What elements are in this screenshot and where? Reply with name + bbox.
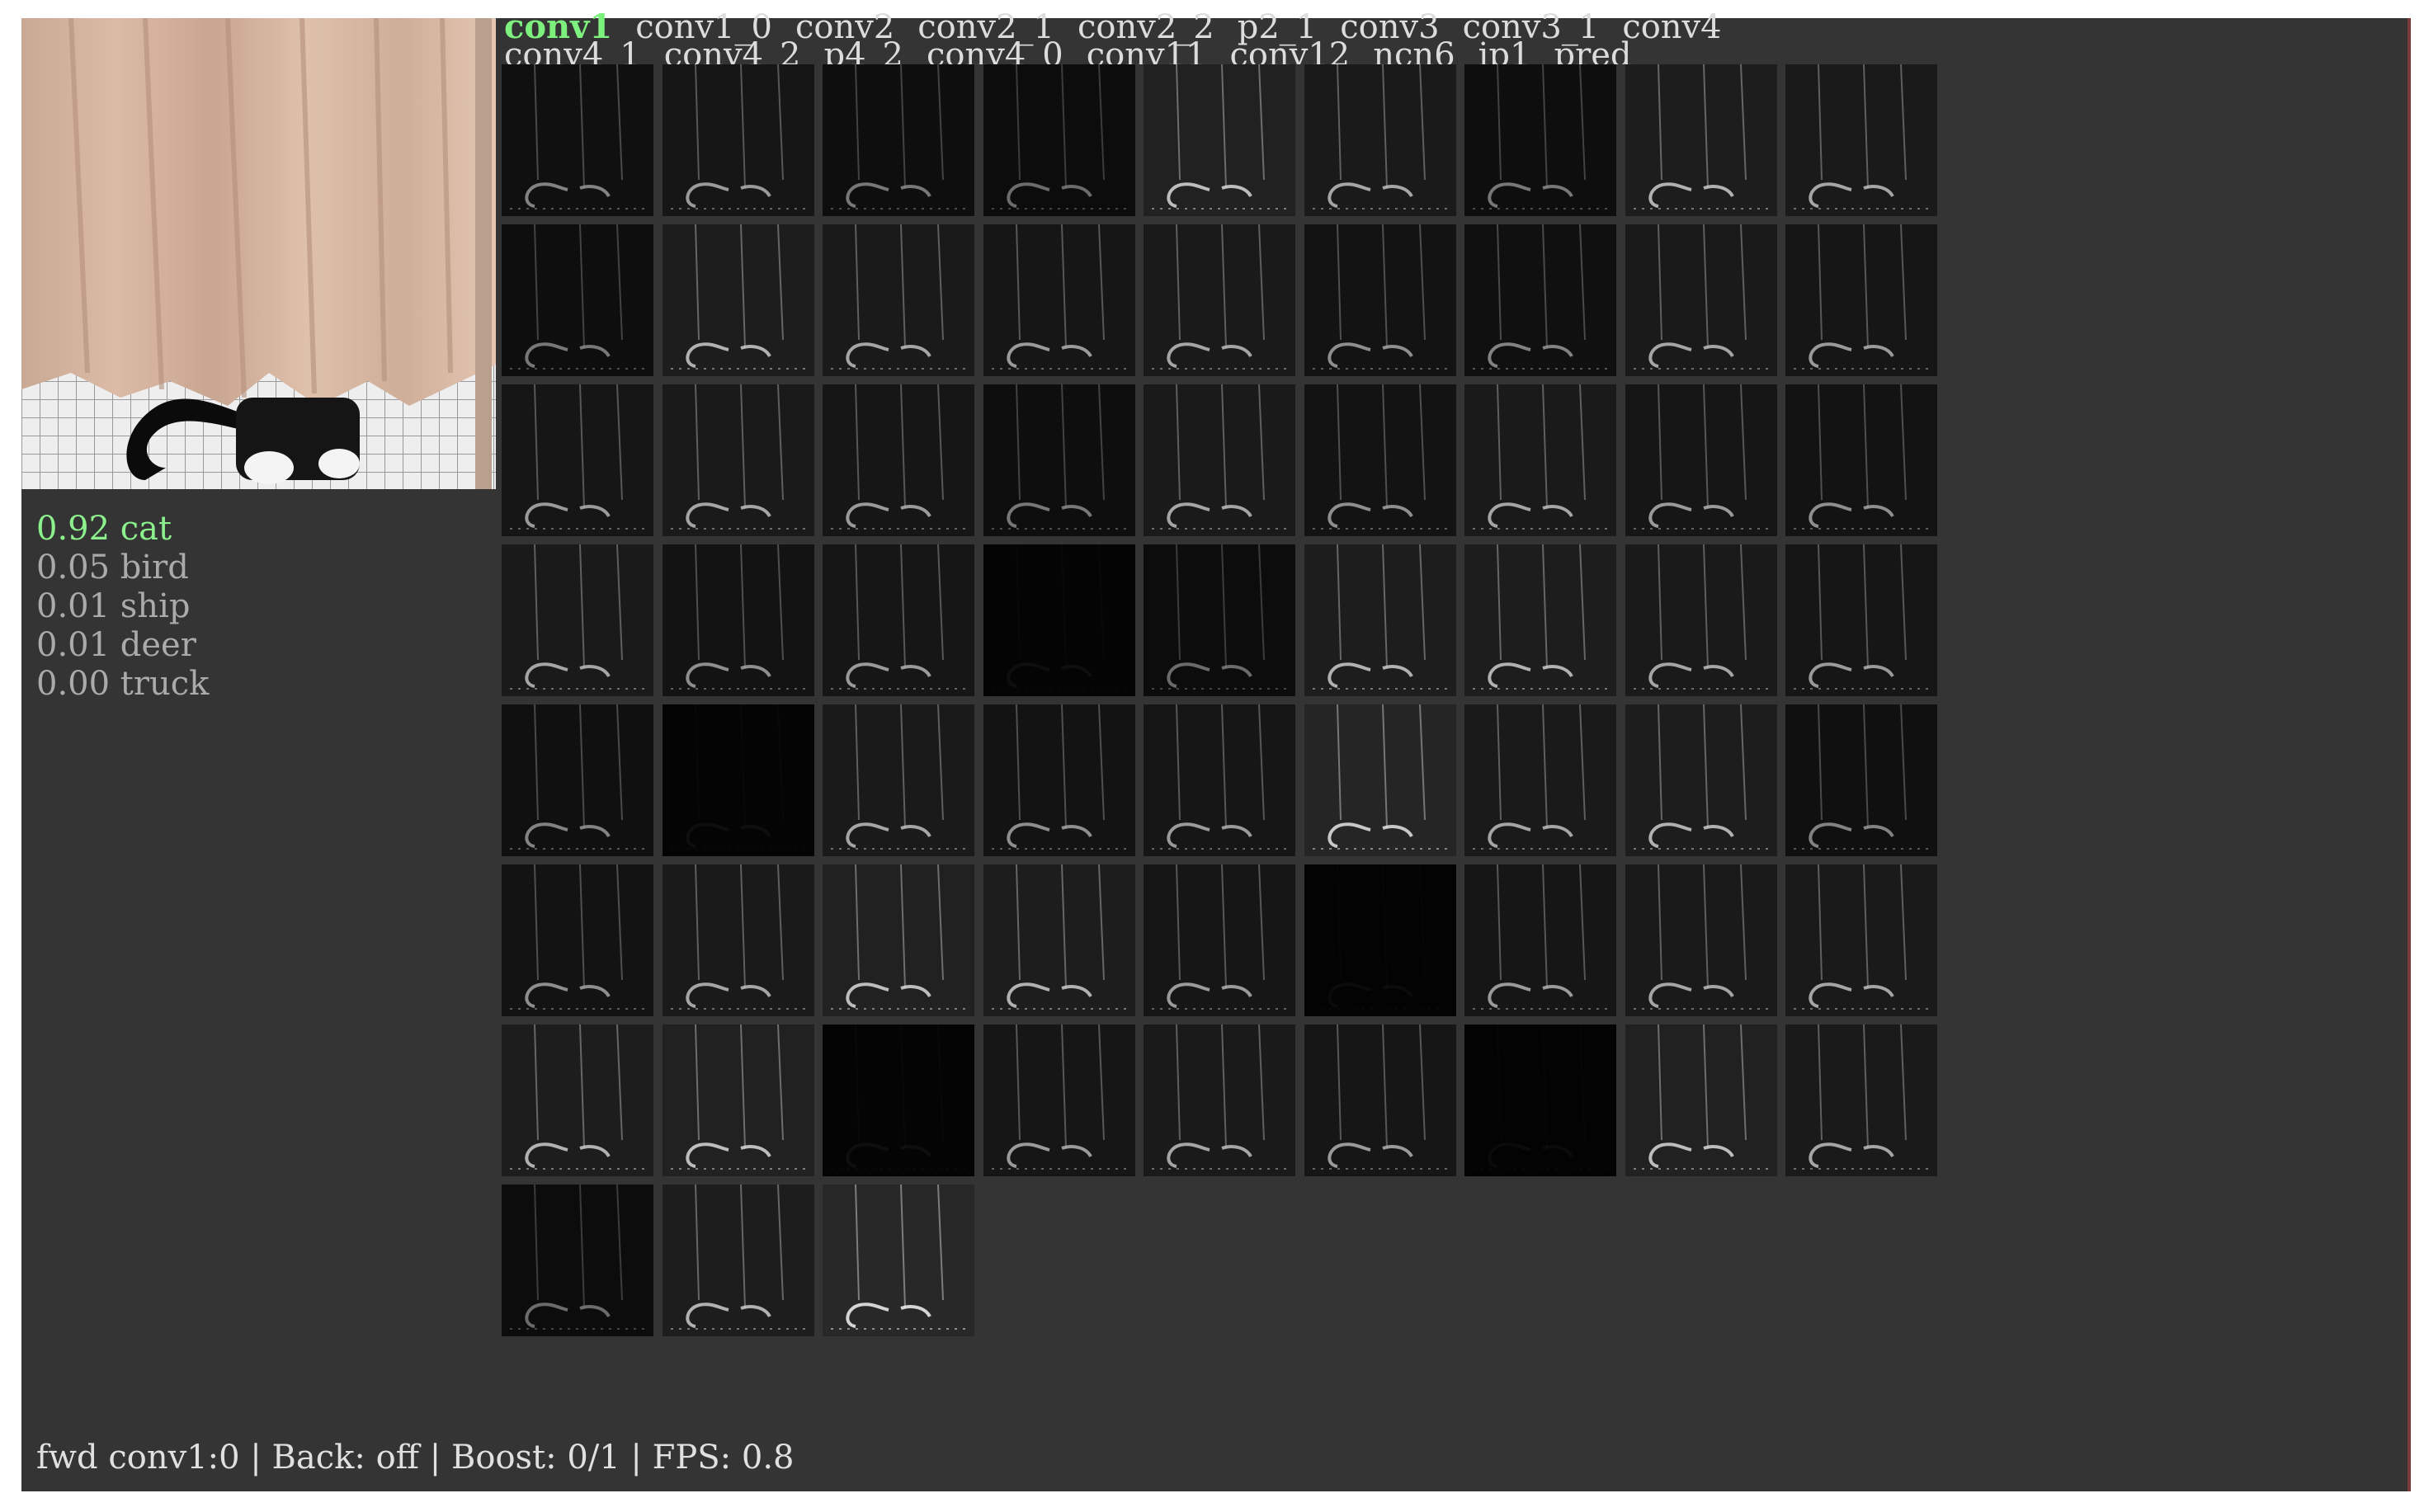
activation-tile[interactable] xyxy=(663,1024,814,1176)
activation-tile[interactable] xyxy=(823,864,974,1016)
activation-tile[interactable] xyxy=(823,1185,974,1336)
activation-tile[interactable] xyxy=(983,64,1135,216)
activation-tile[interactable] xyxy=(1304,224,1456,376)
activation-tile[interactable] xyxy=(983,544,1135,696)
activation-tile[interactable] xyxy=(1304,64,1456,216)
layer-tab-bar: conv1 conv1_0 conv2 conv2_1 conv2_2 p2_1 conv3… xyxy=(504,13,1890,64)
activation-tile[interactable] xyxy=(983,864,1135,1016)
activation-tile[interactable] xyxy=(823,544,974,696)
activation-tile[interactable] xyxy=(502,1024,653,1176)
activation-tile[interactable] xyxy=(1144,544,1295,696)
activation-tile[interactable] xyxy=(663,1185,814,1336)
layer-tab-ncn6[interactable]: ncn6 xyxy=(1373,39,1455,64)
activation-tile[interactable] xyxy=(1464,64,1616,216)
prediction-score: 0.01 xyxy=(36,587,111,625)
activation-tile[interactable] xyxy=(1304,1024,1456,1176)
activation-tile[interactable] xyxy=(1785,704,1937,856)
activation-tile[interactable] xyxy=(1785,544,1937,696)
activation-tile[interactable] xyxy=(502,704,653,856)
activation-tile[interactable] xyxy=(1625,1024,1777,1176)
activation-tile[interactable] xyxy=(983,224,1135,376)
activation-tile[interactable] xyxy=(502,544,653,696)
layer-tab-ip1[interactable]: ip1 xyxy=(1478,39,1531,64)
activation-tile[interactable] xyxy=(1625,384,1777,536)
activation-tile[interactable] xyxy=(983,704,1135,856)
prediction-score: 0.00 xyxy=(36,665,111,703)
prediction-label: ship xyxy=(120,587,191,625)
activation-tile[interactable] xyxy=(1625,64,1777,216)
activation-tile[interactable] xyxy=(1144,224,1295,376)
activation-tile[interactable] xyxy=(1304,384,1456,536)
activation-tile[interactable] xyxy=(1144,384,1295,536)
activation-tile[interactable] xyxy=(823,224,974,376)
layer-tab-pred[interactable]: pred xyxy=(1554,39,1632,64)
activation-tile[interactable] xyxy=(1625,544,1777,696)
activation-tile[interactable] xyxy=(1785,384,1937,536)
visualizer-window: 0.92 cat 0.05 bird 0.01 ship 0.01 deer 0.00 … xyxy=(21,13,2407,1491)
activation-grid xyxy=(502,64,1954,1351)
activation-tile[interactable] xyxy=(1144,864,1295,1016)
activation-tile[interactable] xyxy=(1464,864,1616,1016)
prediction-label: bird xyxy=(120,549,189,586)
layer-tab-conv12[interactable]: conv12 xyxy=(1230,39,1351,64)
activation-tile[interactable] xyxy=(663,384,814,536)
activation-tile[interactable] xyxy=(1785,224,1937,376)
activation-tile[interactable] xyxy=(663,224,814,376)
prediction-list: 0.92 cat 0.05 bird 0.01 ship 0.01 deer 0.00 … xyxy=(36,510,209,704)
prediction-score: 0.05 xyxy=(36,549,111,586)
prediction-label: deer xyxy=(120,626,196,664)
activation-tile[interactable] xyxy=(823,1024,974,1176)
activation-tile[interactable] xyxy=(823,64,974,216)
input-image xyxy=(21,18,496,489)
activation-tile[interactable] xyxy=(502,384,653,536)
activation-tile[interactable] xyxy=(1464,1024,1616,1176)
activation-tile[interactable] xyxy=(663,864,814,1016)
activation-tile[interactable] xyxy=(1625,224,1777,376)
prediction-score: 0.92 xyxy=(36,510,111,548)
layer-tab-conv11[interactable]: conv11 xyxy=(1087,39,1207,64)
activation-tile[interactable] xyxy=(1304,704,1456,856)
activation-tile[interactable] xyxy=(1785,64,1937,216)
layer-tab-conv4-1[interactable]: conv4_1 xyxy=(504,39,641,64)
status-bar: fwd conv1:0 | Back: off | Boost: 0/1 | F… xyxy=(36,1439,795,1477)
activation-tile[interactable] xyxy=(1625,704,1777,856)
activation-tile[interactable] xyxy=(663,704,814,856)
activation-tile[interactable] xyxy=(502,64,653,216)
prediction-row: 0.05 bird xyxy=(36,549,209,587)
activation-tile[interactable] xyxy=(1304,864,1456,1016)
prediction-label: truck xyxy=(120,665,210,703)
activation-tile[interactable] xyxy=(1464,224,1616,376)
activation-tile[interactable] xyxy=(663,64,814,216)
activation-tile[interactable] xyxy=(502,864,653,1016)
layer-tab-p4-2[interactable]: p4_2 xyxy=(824,39,904,64)
layer-tab-conv4-2[interactable]: conv4_2 xyxy=(664,39,801,64)
prediction-row: 0.01 ship xyxy=(36,587,209,626)
activation-tile[interactable] xyxy=(1625,864,1777,1016)
activation-tile[interactable] xyxy=(1304,544,1456,696)
activation-tile[interactable] xyxy=(983,384,1135,536)
activation-tile[interactable] xyxy=(1785,1024,1937,1176)
activation-tile[interactable] xyxy=(1144,704,1295,856)
activation-tile[interactable] xyxy=(823,704,974,856)
activation-tile[interactable] xyxy=(983,1024,1135,1176)
window-edge xyxy=(2407,18,2411,1491)
activation-tile[interactable] xyxy=(1464,384,1616,536)
prediction-label: cat xyxy=(120,510,172,548)
prediction-row: 0.01 deer xyxy=(36,626,209,665)
activation-tile[interactable] xyxy=(1464,544,1616,696)
prediction-score: 0.01 xyxy=(36,626,111,664)
activation-tile[interactable] xyxy=(1785,864,1937,1016)
activation-tile[interactable] xyxy=(1144,64,1295,216)
prediction-row: 0.00 truck xyxy=(36,665,209,704)
activation-tile[interactable] xyxy=(663,544,814,696)
activation-tile[interactable] xyxy=(502,1185,653,1336)
activation-tile[interactable] xyxy=(823,384,974,536)
layer-tab-conv4[interactable]: conv4 xyxy=(1622,13,1721,44)
activation-tile[interactable] xyxy=(1144,1024,1295,1176)
prediction-row: 0.92 cat xyxy=(36,510,209,549)
activation-tile[interactable] xyxy=(502,224,653,376)
layer-tab-conv4-0[interactable]: conv4_0 xyxy=(927,39,1063,64)
activation-tile[interactable] xyxy=(1464,704,1616,856)
